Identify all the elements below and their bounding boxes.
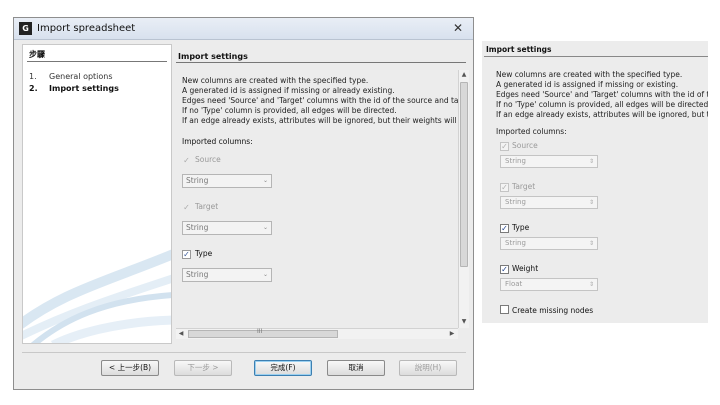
vertical-scroll-thumb[interactable] (460, 82, 468, 267)
checkbox-label: Source (195, 155, 221, 164)
cancel-button[interactable]: 取消 (327, 360, 385, 376)
spinner-icon: ⇕ (588, 281, 594, 288)
description-line: New columns are created with the specifi… (182, 76, 369, 85)
spinner-icon: ⇕ (588, 158, 594, 165)
dropdown-value: Float (505, 280, 523, 288)
dropdown-value: String (505, 157, 526, 165)
back-button[interactable]: < 上一步(B) (101, 360, 159, 376)
source-checkbox: ✓ Source (500, 141, 538, 151)
description-line: If an edge already exists, attributes wi… (496, 110, 708, 119)
description-line: Edges need 'Source' and 'Target' columns… (496, 90, 708, 99)
imported-columns-label: Imported columns: (496, 127, 567, 136)
chevron-down-icon: ⌄ (262, 271, 268, 278)
step-general-options: 1. General options (29, 72, 113, 81)
description-line: New columns are created with the specifi… (496, 70, 683, 79)
check-icon: ✓ (183, 156, 190, 165)
weight-checkbox[interactable]: ✓ Weight (500, 264, 538, 274)
target-type-dropdown: String ⇕ (500, 196, 598, 209)
check-icon: ✓ (182, 250, 191, 259)
next-button: 下一步 > (174, 360, 232, 376)
vertical-scrollbar[interactable]: ▲ ▼ (458, 70, 469, 328)
zoomed-import-settings: Import settings New columns are created … (482, 41, 708, 323)
checkbox-label: Weight (512, 264, 539, 273)
weight-type-dropdown[interactable]: Float ⇕ (500, 278, 598, 291)
scroll-up-icon[interactable]: ▲ (459, 70, 469, 80)
source-type-dropdown: String ⌄ (182, 174, 272, 188)
checkbox-label: Source (512, 141, 538, 150)
help-button: 說明(H) (399, 360, 457, 376)
type-type-dropdown[interactable]: String ⌄ (182, 268, 272, 282)
scroll-down-icon[interactable]: ▼ (459, 317, 469, 327)
step-number: 1. (29, 72, 37, 81)
chevron-down-icon: ⌄ (262, 224, 268, 231)
close-icon[interactable]: ✕ (446, 20, 470, 37)
title-bar[interactable]: G Import spreadsheet ✕ (14, 18, 473, 40)
horizontal-scroll-thumb[interactable]: III (188, 328, 338, 338)
checkbox-label: Target (195, 202, 219, 211)
description-line: A generated id is assigned if missing or… (182, 86, 395, 95)
dropdown-value: String (505, 198, 526, 206)
chevron-down-icon: ⌄ (262, 177, 268, 184)
divider (22, 352, 466, 353)
type-checkbox[interactable]: ✓ Type (182, 249, 212, 259)
type-checkbox[interactable]: ✓ Type (500, 223, 529, 233)
target-checkbox: ✓ Target (182, 202, 218, 213)
check-icon: ✓ (500, 224, 509, 233)
panel-title: Import settings (486, 45, 552, 54)
divider (484, 56, 708, 57)
check-icon: ✓ (500, 142, 509, 151)
checkbox-label: Target (512, 182, 536, 191)
checkbox-label: Type (512, 223, 530, 232)
divider (27, 61, 167, 62)
steps-heading: 步驟 (29, 50, 45, 59)
description-line: If no 'Type' column is provided, all edg… (182, 106, 397, 115)
window-title: Import spreadsheet (37, 23, 136, 34)
dropdown-value: String (186, 223, 209, 232)
spinner-icon: ⇕ (588, 240, 594, 247)
spinner-icon: ⇕ (588, 199, 594, 206)
steps-panel: 步驟 1. General options 2. Import settings (22, 44, 172, 344)
scroll-grip: III (257, 328, 263, 335)
gephi-app-icon: G (19, 22, 32, 35)
panel-title: Import settings (178, 52, 248, 61)
source-checkbox: ✓ Source (182, 155, 221, 166)
step-import-settings: 2. Import settings (29, 84, 119, 93)
step-label: Import settings (49, 84, 119, 93)
wizard-watermark-graphic (23, 249, 171, 343)
checkbox-label: Type (195, 249, 213, 258)
check-icon: ✓ (183, 203, 190, 212)
dropdown-value: String (186, 270, 209, 279)
scroll-left-icon[interactable]: ◀ (176, 329, 186, 339)
source-type-dropdown: String ⇕ (500, 155, 598, 168)
import-wizard-dialog: G Import spreadsheet ✕ 步驟 1. General opti… (13, 17, 474, 390)
checkbox-label: Create missing nodes (512, 306, 594, 315)
dropdown-value: String (186, 176, 209, 185)
description-line: If an edge already exists, attributes wi… (182, 116, 458, 125)
step-number: 2. (29, 84, 38, 93)
import-settings-panel: Import settings New columns are created … (176, 44, 469, 344)
dropdown-value: String (505, 239, 526, 247)
type-type-dropdown[interactable]: String ⇕ (500, 237, 598, 250)
description-line: If no 'Type' column is provided, all edg… (496, 100, 708, 109)
check-icon: ✓ (500, 265, 509, 274)
horizontal-scrollbar[interactable]: ◀ III ▶ (176, 328, 458, 339)
settings-scroll-area[interactable]: New columns are created with the specifi… (176, 70, 458, 328)
checkbox-box (500, 305, 509, 314)
imported-columns-label: Imported columns: (182, 137, 253, 146)
target-type-dropdown: String ⌄ (182, 221, 272, 235)
target-checkbox: ✓ Target (500, 182, 535, 192)
description-line: Edges need 'Source' and 'Target' columns… (182, 96, 458, 105)
create-missing-nodes-checkbox[interactable]: Create missing nodes (500, 305, 593, 315)
divider (176, 62, 466, 63)
check-icon: ✓ (500, 183, 509, 192)
description-line: A generated id is assigned if missing or… (496, 80, 679, 89)
finish-button[interactable]: 完成(F) (254, 360, 312, 376)
step-label: General options (49, 72, 113, 81)
scroll-right-icon[interactable]: ▶ (447, 329, 457, 339)
